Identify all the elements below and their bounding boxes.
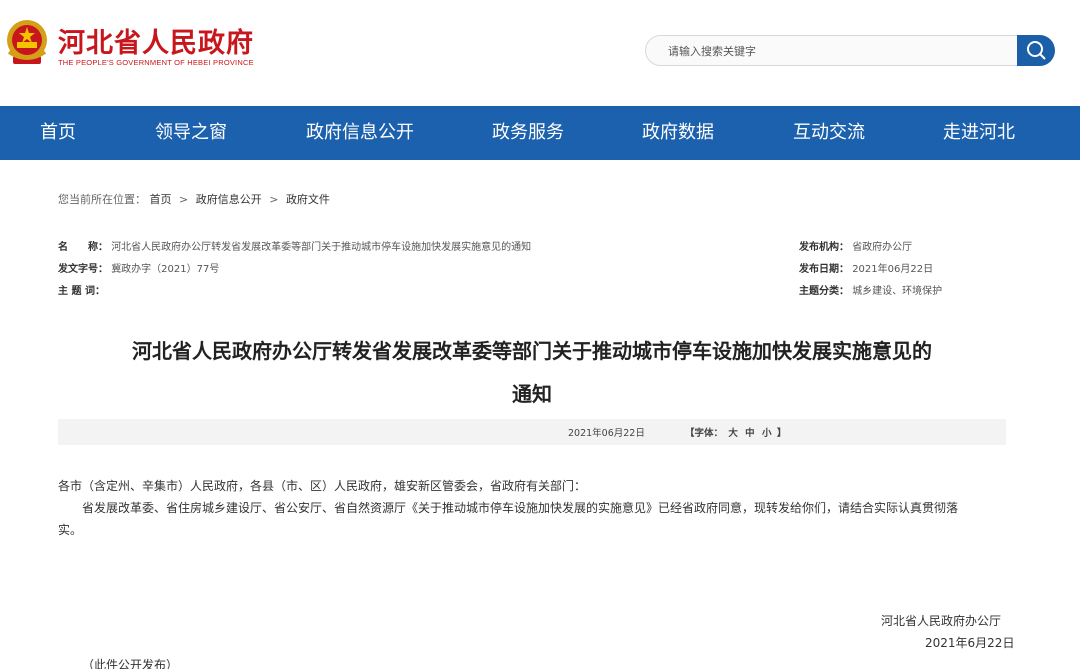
meta-date-row: 发布日期： 2021年06月22日 [799,260,933,275]
search-button[interactable] [1017,35,1055,66]
meta-docno-label: 发文字号： [58,264,108,275]
meta-date-value: 2021年06月22日 [852,264,934,275]
document-signer: 河北省人民政府办公厅 [881,614,1002,628]
document-body-line2: 实。 [58,523,83,537]
site-header: 河北省人民政府 THE PEOPLE'S GOVERNMENT OF HEBEI… [0,0,1080,106]
nav-item-about-hebei[interactable]: 走进河北 [943,106,1015,160]
document-info-bar: 2021年06月22日 【字体： 大 中 小 】 [58,419,1006,445]
document-title: 河北省人民政府办公厅转发省发展改革委等部门关于推动城市停车设施加快发展实施意见的… [0,330,1064,416]
document-publish-note: （此件公开发布） [82,658,179,669]
breadcrumb-prefix: 您当前所在位置： [58,193,146,206]
search-icon [1027,41,1046,60]
meta-subject-label: 主 题 词： [58,286,105,297]
nav-item-leaders[interactable]: 领导之窗 [155,106,227,160]
document-sign-date: 2021年6月22日 [925,636,1015,650]
font-large-button[interactable]: 大 [728,428,738,439]
font-size-controls: 【字体： 大 中 小 】 [685,425,786,439]
meta-docno-value: 冀政办字（2021）77号 [111,264,220,275]
font-label-open: 【字体： [685,428,724,439]
breadcrumb-gov-documents[interactable]: 政府文件 [286,193,330,206]
meta-date-label: 发布日期： [799,264,849,275]
breadcrumb-separator: > [179,193,189,206]
meta-docno-row: 发文字号： 冀政办字（2021）77号 [58,260,219,275]
breadcrumb-info-disclosure[interactable]: 政府信息公开 [196,193,262,206]
document-title-line2: 通知 [512,382,552,406]
meta-org-value: 省政府办公厅 [852,242,913,253]
font-medium-button[interactable]: 中 [745,428,755,439]
document-title-line1: 河北省人民政府办公厅转发省发展改革委等部门关于推动城市停车设施加快发展实施意见的 [132,339,932,363]
font-small-button[interactable]: 小 [762,428,772,439]
site-title[interactable]: 河北省人民政府 [58,21,254,60]
search-box [645,35,1055,66]
nav-item-gov-data[interactable]: 政府数据 [642,106,714,160]
nav-item-gov-services[interactable]: 政务服务 [492,106,564,160]
meta-category-value: 城乡建设、环境保护 [852,286,943,297]
breadcrumb-separator: > [269,193,279,206]
meta-name-row: 名 称： 河北省人民政府办公厅转发省发展改革委等部门关于推动城市停车设施加快发展… [58,238,531,253]
document-body-line1: 省发展改革委、省住房城乡建设厅、省公安厅、省自然资源厅《关于推动城市停车设施加快… [82,501,959,515]
nav-item-info-disclosure[interactable]: 政府信息公开 [306,106,414,160]
site-subtitle: THE PEOPLE'S GOVERNMENT OF HEBEI PROVINC… [58,58,254,67]
meta-name-value: 河北省人民政府办公厅转发省发展改革委等部门关于推动城市停车设施加快发展实施意见的… [111,242,532,253]
document-info-date: 2021年06月22日 [568,428,645,439]
search-input[interactable] [668,42,1008,60]
meta-name-label: 名 称： [58,242,108,253]
meta-org-label: 发布机构： [799,242,849,253]
national-emblem-icon [7,20,47,64]
breadcrumb: 您当前所在位置： 首页 > 政府信息公开 > 政府文件 [58,191,330,207]
nav-item-interaction[interactable]: 互动交流 [793,106,865,160]
main-nav: 首页 领导之窗 政府信息公开 政务服务 政府数据 互动交流 走进河北 [0,106,1080,160]
breadcrumb-home[interactable]: 首页 [150,193,172,206]
meta-subject-row: 主 题 词： [58,282,105,297]
nav-item-home[interactable]: 首页 [40,106,76,160]
meta-org-row: 发布机构： 省政府办公厅 [799,238,912,253]
font-label-close: 】 [776,428,787,439]
document-salutation: 各市（含定州、辛集市）人民政府，各县（市、区）人民政府，雄安新区管委会，省政府有… [58,479,587,493]
meta-category-label: 主题分类： [799,286,849,297]
meta-category-row: 主题分类： 城乡建设、环境保护 [799,282,942,297]
